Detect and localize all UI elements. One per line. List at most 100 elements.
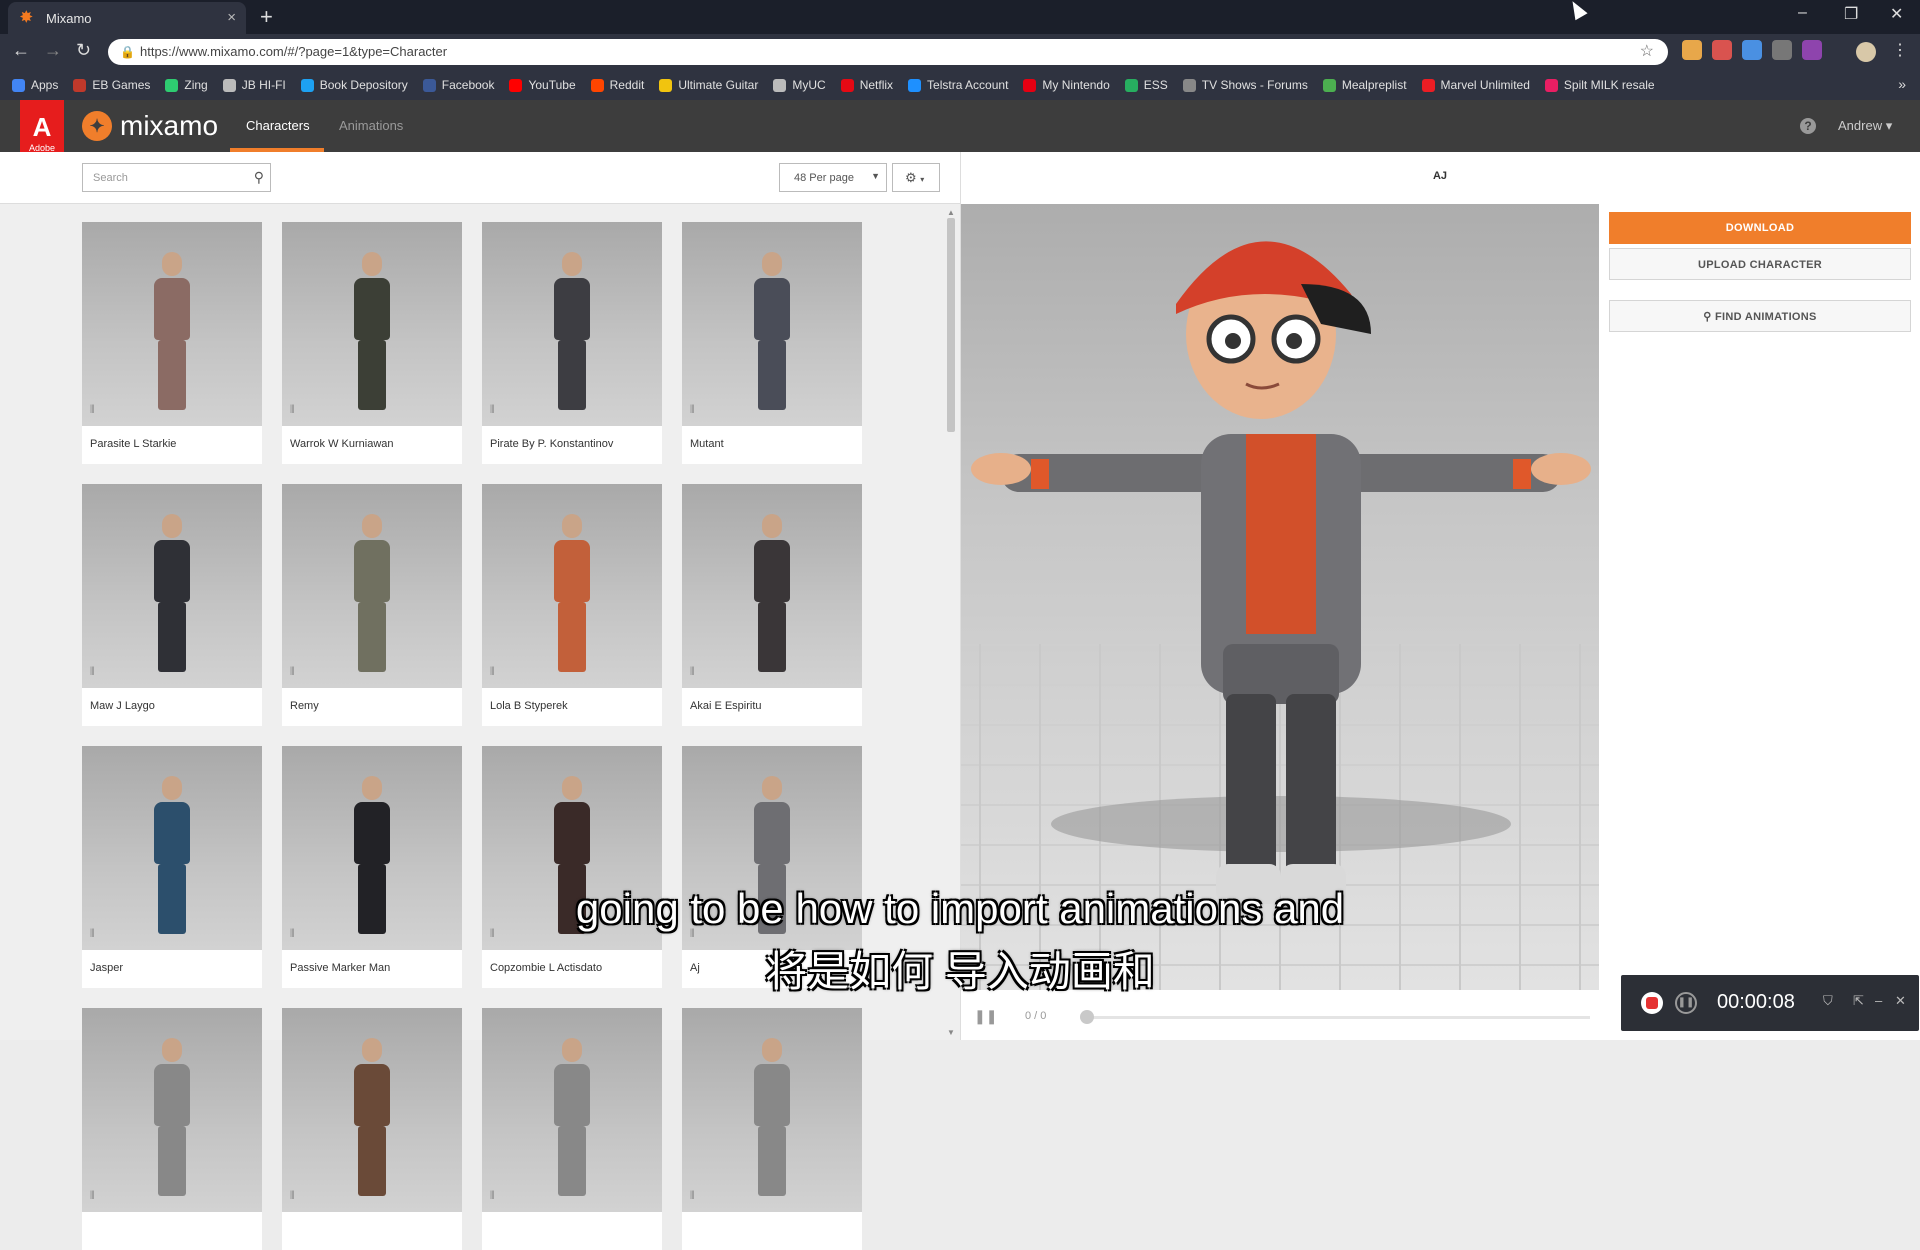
extension-icon[interactable] bbox=[1742, 40, 1762, 60]
character-figure bbox=[142, 252, 202, 412]
character-figure bbox=[742, 514, 802, 674]
extension-icon[interactable] bbox=[1802, 40, 1822, 60]
character-card[interactable]: ⫴ Parasite L Starkie bbox=[82, 222, 262, 464]
bookmark-favicon-icon bbox=[590, 78, 604, 92]
scroll-down-icon[interactable]: ▼ bbox=[947, 1028, 955, 1037]
character-card[interactable]: ⫴ bbox=[682, 1008, 862, 1250]
pause-icon[interactable]: ❚❚ bbox=[974, 1008, 997, 1025]
bookmark-item[interactable]: JB HI-FI bbox=[222, 78, 286, 92]
mixamo-logo[interactable]: ✦ mixamo bbox=[82, 110, 218, 142]
bookmark-item[interactable]: Apps bbox=[12, 78, 58, 92]
per-page-select[interactable]: 48 Per page ▼ bbox=[779, 163, 887, 192]
character-title: AJ bbox=[1432, 170, 1448, 182]
bookmark-label: My Nintendo bbox=[1042, 78, 1110, 92]
bookmark-item[interactable]: Spilt MILK resale bbox=[1544, 78, 1655, 92]
character-figure bbox=[342, 514, 402, 674]
bookmark-item[interactable]: Ultimate Guitar bbox=[659, 78, 758, 92]
character-card[interactable]: ⫴ Pirate By P. Konstantinov bbox=[482, 222, 662, 464]
extension-icon[interactable] bbox=[1682, 40, 1702, 60]
scroll-up-icon[interactable]: ▲ bbox=[947, 208, 955, 217]
bookmark-item[interactable]: Marvel Unlimited bbox=[1421, 78, 1530, 92]
close-window-icon[interactable]: ✕ bbox=[1890, 4, 1903, 24]
character-thumbnail: ⫴ bbox=[282, 222, 462, 426]
character-name: Pirate By P. Konstantinov bbox=[490, 438, 614, 450]
bookmark-favicon-icon bbox=[1421, 78, 1435, 92]
bookmark-favicon-icon bbox=[73, 78, 87, 92]
tab-characters[interactable]: Characters bbox=[246, 118, 310, 133]
character-card[interactable]: ⫴ Akai E Espiritu bbox=[682, 484, 862, 726]
bookmark-star-icon[interactable]: ☆ bbox=[1640, 39, 1654, 65]
bookmark-item[interactable]: MyUC bbox=[773, 78, 826, 92]
minimize-icon[interactable]: – bbox=[1798, 4, 1807, 22]
bookmarks-bar: Apps EB Games Zing JB HI-FI Book Depository F… bbox=[0, 70, 1920, 100]
extension-icon[interactable] bbox=[1712, 40, 1732, 60]
tab-animations[interactable]: Animations bbox=[339, 118, 403, 133]
character-card[interactable]: ⫴ Warrok W Kurniawan bbox=[282, 222, 462, 464]
bookmark-label: ESS bbox=[1143, 78, 1168, 92]
character-figure bbox=[742, 252, 802, 412]
search-input[interactable]: Search ⚲ bbox=[82, 163, 271, 192]
character-card[interactable]: ⫴ bbox=[282, 1008, 462, 1250]
download-button[interactable]: DOWNLOAD bbox=[1609, 212, 1911, 244]
bookmark-item[interactable]: YouTube bbox=[509, 78, 576, 92]
character-name: Mutant bbox=[690, 438, 724, 450]
bookmark-item[interactable]: Mealpreplist bbox=[1322, 78, 1407, 92]
bookmark-item[interactable]: EB Games bbox=[73, 78, 150, 92]
timeline-scrubber[interactable] bbox=[1080, 1010, 1094, 1024]
character-card[interactable]: ⫴ Mutant bbox=[682, 222, 862, 464]
settings-dropdown[interactable]: ⚙ ▾ bbox=[892, 163, 940, 192]
browser-tab[interactable]: ✸ Mixamo × bbox=[8, 2, 246, 34]
bookmark-item[interactable]: Reddit bbox=[590, 78, 644, 92]
bookmark-item[interactable]: ESS bbox=[1124, 78, 1168, 92]
address-bar[interactable]: 🔒 https://www.mixamo.com/#/?page=1&type=… bbox=[108, 39, 1668, 65]
character-card[interactable]: ⫴ bbox=[82, 1008, 262, 1250]
character-card[interactable]: ⫴ bbox=[482, 1008, 662, 1250]
character-card[interactable]: ⫴ Maw J Laygo bbox=[82, 484, 262, 726]
character-name: Parasite L Starkie bbox=[90, 438, 177, 450]
forward-icon[interactable]: → bbox=[44, 40, 62, 61]
per-page-value: 48 Per page bbox=[794, 172, 854, 184]
character-figure bbox=[142, 514, 202, 674]
bookmark-item[interactable]: Telstra Account bbox=[908, 78, 1008, 92]
character-thumbnail: ⫴ bbox=[482, 1008, 662, 1212]
bookmark-item[interactable]: Book Depository bbox=[300, 78, 408, 92]
profile-avatar[interactable] bbox=[1856, 42, 1876, 62]
character-thumbnail: ⫴ bbox=[682, 484, 862, 688]
character-thumbnail: ⫴ bbox=[82, 1008, 262, 1212]
character-card[interactable]: ⫴ Lola B Styperek bbox=[482, 484, 662, 726]
back-icon[interactable]: ← bbox=[12, 40, 30, 61]
search-icon[interactable]: ⚲ bbox=[254, 169, 264, 186]
extensions bbox=[1682, 40, 1822, 60]
search-icon: ⚲ bbox=[1703, 311, 1712, 323]
character-card[interactable]: ⫴ Remy bbox=[282, 484, 462, 726]
new-tab-button[interactable]: + bbox=[260, 4, 273, 30]
browser-menu-icon[interactable]: ⋮ bbox=[1892, 40, 1908, 60]
subtitle-english: going to be how to import animations and bbox=[575, 885, 1345, 932]
help-icon[interactable]: ? bbox=[1800, 118, 1816, 134]
bookmark-item[interactable]: Zing bbox=[165, 78, 208, 92]
character-thumbnail: ⫴ bbox=[482, 222, 662, 426]
bookmark-label: Ultimate Guitar bbox=[678, 78, 759, 92]
rig-icon: ⫴ bbox=[690, 1190, 695, 1202]
bookmark-item[interactable]: TV Shows - Forums bbox=[1182, 78, 1308, 92]
user-menu[interactable]: Andrew ▾ bbox=[1838, 118, 1892, 134]
more-bookmarks-icon[interactable]: » bbox=[1898, 76, 1906, 92]
character-thumbnail: ⫴ bbox=[82, 222, 262, 426]
bookmark-label: Marvel Unlimited bbox=[1440, 78, 1530, 92]
scrollbar-thumb[interactable] bbox=[947, 218, 955, 432]
timeline-track[interactable] bbox=[1082, 1016, 1590, 1019]
restore-icon[interactable]: ❐ bbox=[1844, 4, 1858, 24]
bookmark-item[interactable]: Facebook bbox=[422, 78, 494, 92]
bookmark-label: Spilt MILK resale bbox=[1563, 78, 1655, 92]
find-animations-button[interactable]: ⚲ FIND ANIMATIONS bbox=[1609, 300, 1911, 332]
extension-icon[interactable] bbox=[1772, 40, 1792, 60]
character-thumbnail: ⫴ bbox=[82, 484, 262, 688]
bookmark-item[interactable]: My Nintendo bbox=[1023, 78, 1110, 92]
reload-icon[interactable]: ↻ bbox=[76, 40, 91, 61]
3d-viewport[interactable] bbox=[961, 204, 1599, 990]
bookmark-item[interactable]: Netflix bbox=[840, 78, 893, 92]
close-tab-icon[interactable]: × bbox=[227, 9, 236, 26]
bookmark-favicon-icon bbox=[300, 78, 314, 92]
rig-icon: ⫴ bbox=[90, 1190, 95, 1202]
upload-character-button[interactable]: UPLOAD CHARACTER bbox=[1609, 248, 1911, 280]
